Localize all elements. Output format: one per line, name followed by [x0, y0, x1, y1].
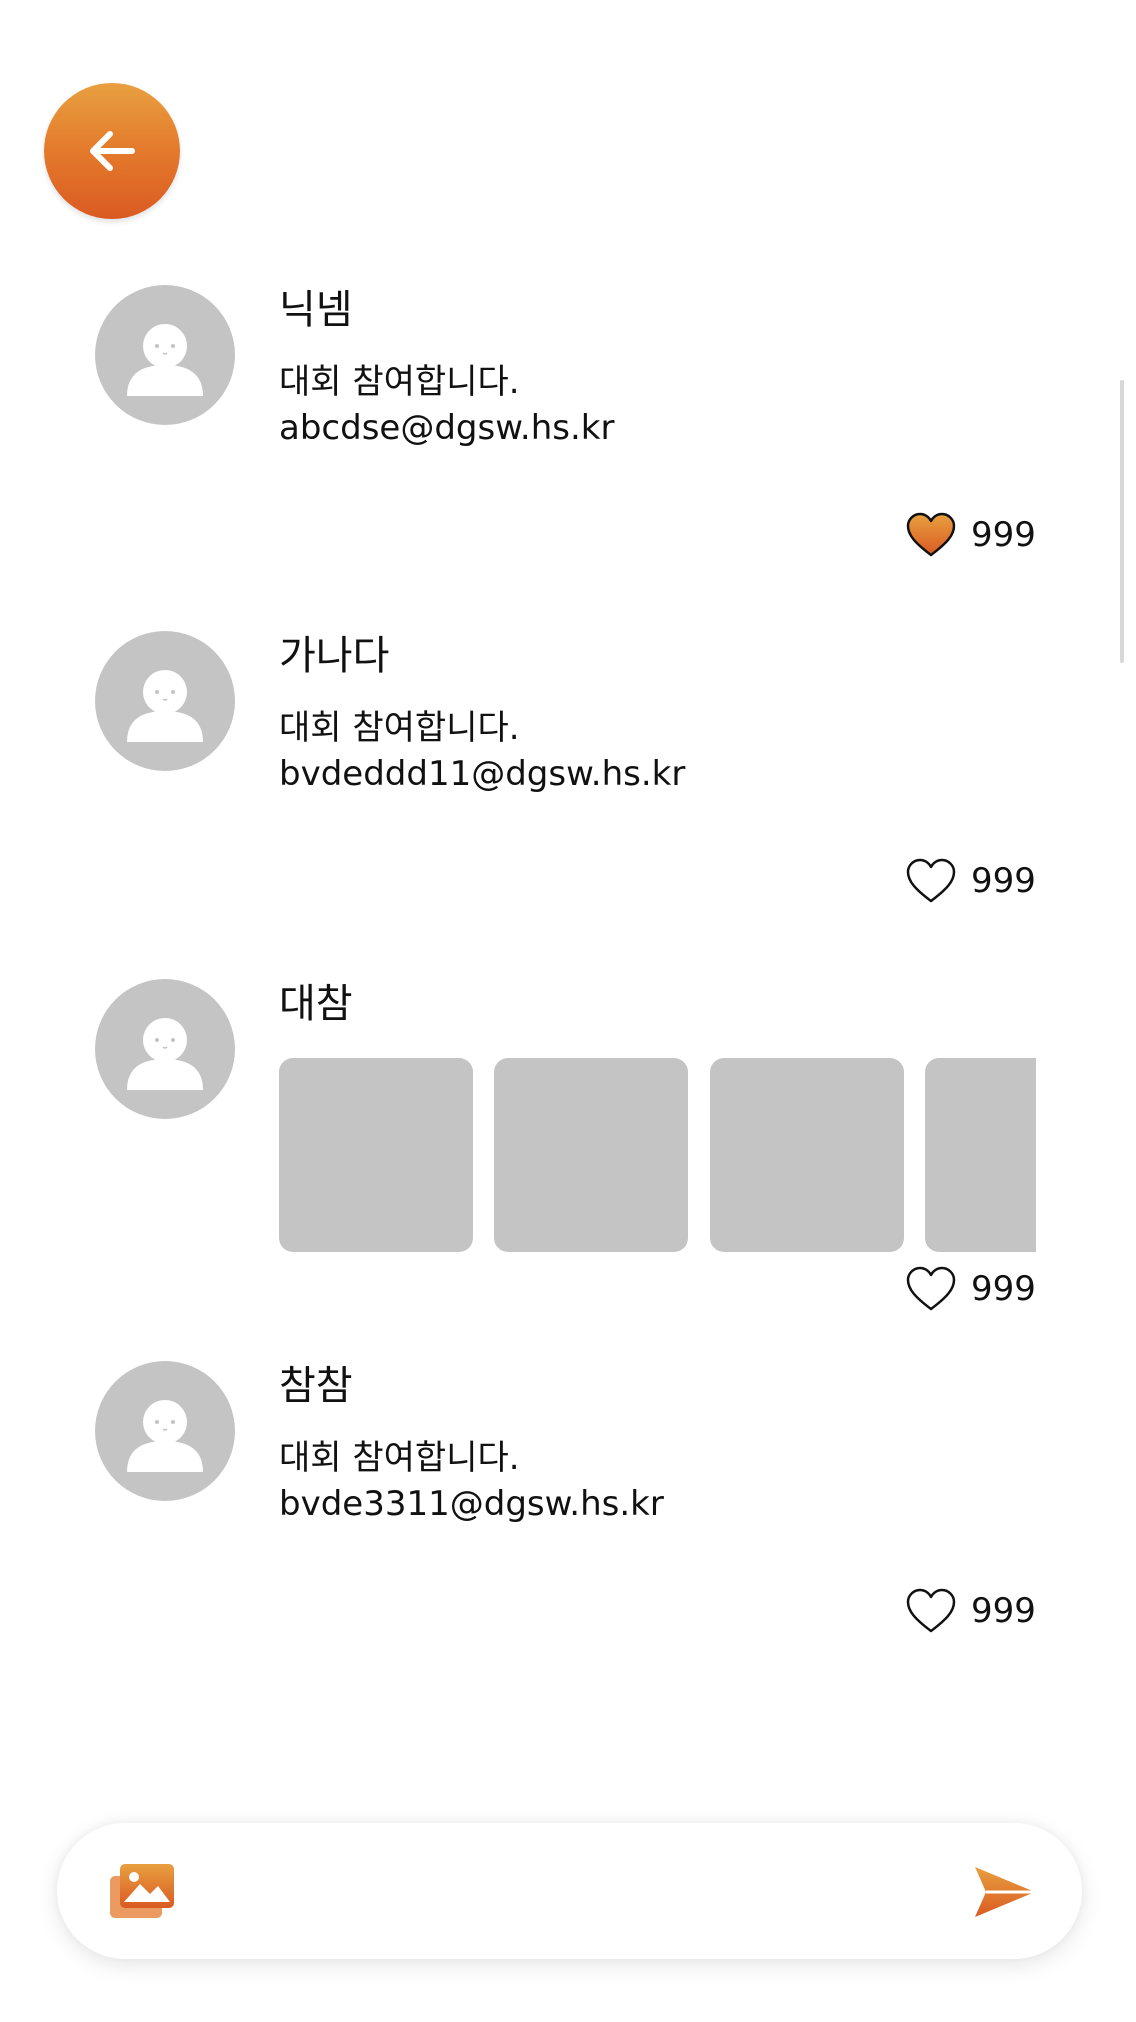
heart-outline-icon: [906, 858, 956, 903]
like-button[interactable]: 999: [905, 1261, 1036, 1317]
avatar[interactable]: [95, 1361, 235, 1501]
like-count: 999: [971, 1591, 1036, 1631]
user-placeholder-icon: [127, 1400, 203, 1472]
post-text: 대회 참여합니다. bvde3311@dgsw.hs.kr: [279, 1435, 664, 1527]
post-text-line: 대회 참여합니다.: [279, 708, 520, 748]
post-nickname: 가나다: [279, 633, 390, 679]
attach-image-button[interactable]: [108, 1862, 176, 1920]
heart-outline-icon: [906, 1266, 956, 1311]
send-icon: [975, 1867, 1035, 1917]
arrow-left-icon: [90, 131, 135, 171]
message-input[interactable]: [207, 1857, 951, 1927]
avatar[interactable]: [95, 979, 235, 1119]
like-count: 999: [971, 1269, 1036, 1309]
post-image-thumbnail[interactable]: [494, 1058, 688, 1252]
like-count: 999: [971, 515, 1036, 555]
post-item: 대참 999: [0, 979, 1136, 1339]
post-item: 참참 대회 참여합니다. bvde3311@dgsw.hs.kr 999: [0, 1361, 1136, 1641]
message-composer: [57, 1823, 1082, 1959]
post-nickname: 대참: [279, 981, 353, 1027]
like-button[interactable]: 999: [905, 1583, 1036, 1639]
post-text: 대회 참여합니다. bvdeddd11@dgsw.hs.kr: [279, 705, 685, 797]
back-button[interactable]: [44, 83, 180, 219]
post-image-thumbnail[interactable]: [710, 1058, 904, 1252]
user-placeholder-icon: [127, 324, 203, 396]
like-count: 999: [971, 861, 1036, 901]
post-image-carousel[interactable]: [279, 1058, 1036, 1252]
post-nickname: 참참: [279, 1363, 353, 1409]
post-nickname: 닉넴: [279, 287, 353, 333]
post-text-line: 대회 참여합니다.: [279, 362, 520, 402]
post-item: 닉넴 대회 참여합니다. abcdse@dgsw.hs.kr 999: [0, 285, 1136, 565]
post-text-line: 대회 참여합니다.: [279, 1438, 520, 1478]
scrollbar[interactable]: [1120, 380, 1124, 663]
heart-outline-icon: [906, 1588, 956, 1633]
image-gallery-icon: [110, 1864, 174, 1918]
avatar[interactable]: [95, 285, 235, 425]
post-text-line: abcdse@dgsw.hs.kr: [279, 408, 615, 448]
post-text-line: bvdeddd11@dgsw.hs.kr: [279, 754, 686, 794]
post-image-thumbnail[interactable]: [925, 1058, 1036, 1252]
post-text: 대회 참여합니다. abcdse@dgsw.hs.kr: [279, 359, 614, 451]
avatar[interactable]: [95, 631, 235, 771]
like-button[interactable]: 999: [905, 853, 1036, 909]
post-item: 가나다 대회 참여합니다. bvdeddd11@dgsw.hs.kr 999: [0, 631, 1136, 911]
send-button[interactable]: [972, 1864, 1038, 1920]
user-placeholder-icon: [127, 1018, 203, 1090]
post-text-line: bvde3311@dgsw.hs.kr: [279, 1484, 664, 1524]
post-image-thumbnail[interactable]: [279, 1058, 473, 1252]
like-button[interactable]: 999: [905, 507, 1036, 563]
user-placeholder-icon: [127, 670, 203, 742]
heart-filled-icon: [906, 512, 956, 557]
